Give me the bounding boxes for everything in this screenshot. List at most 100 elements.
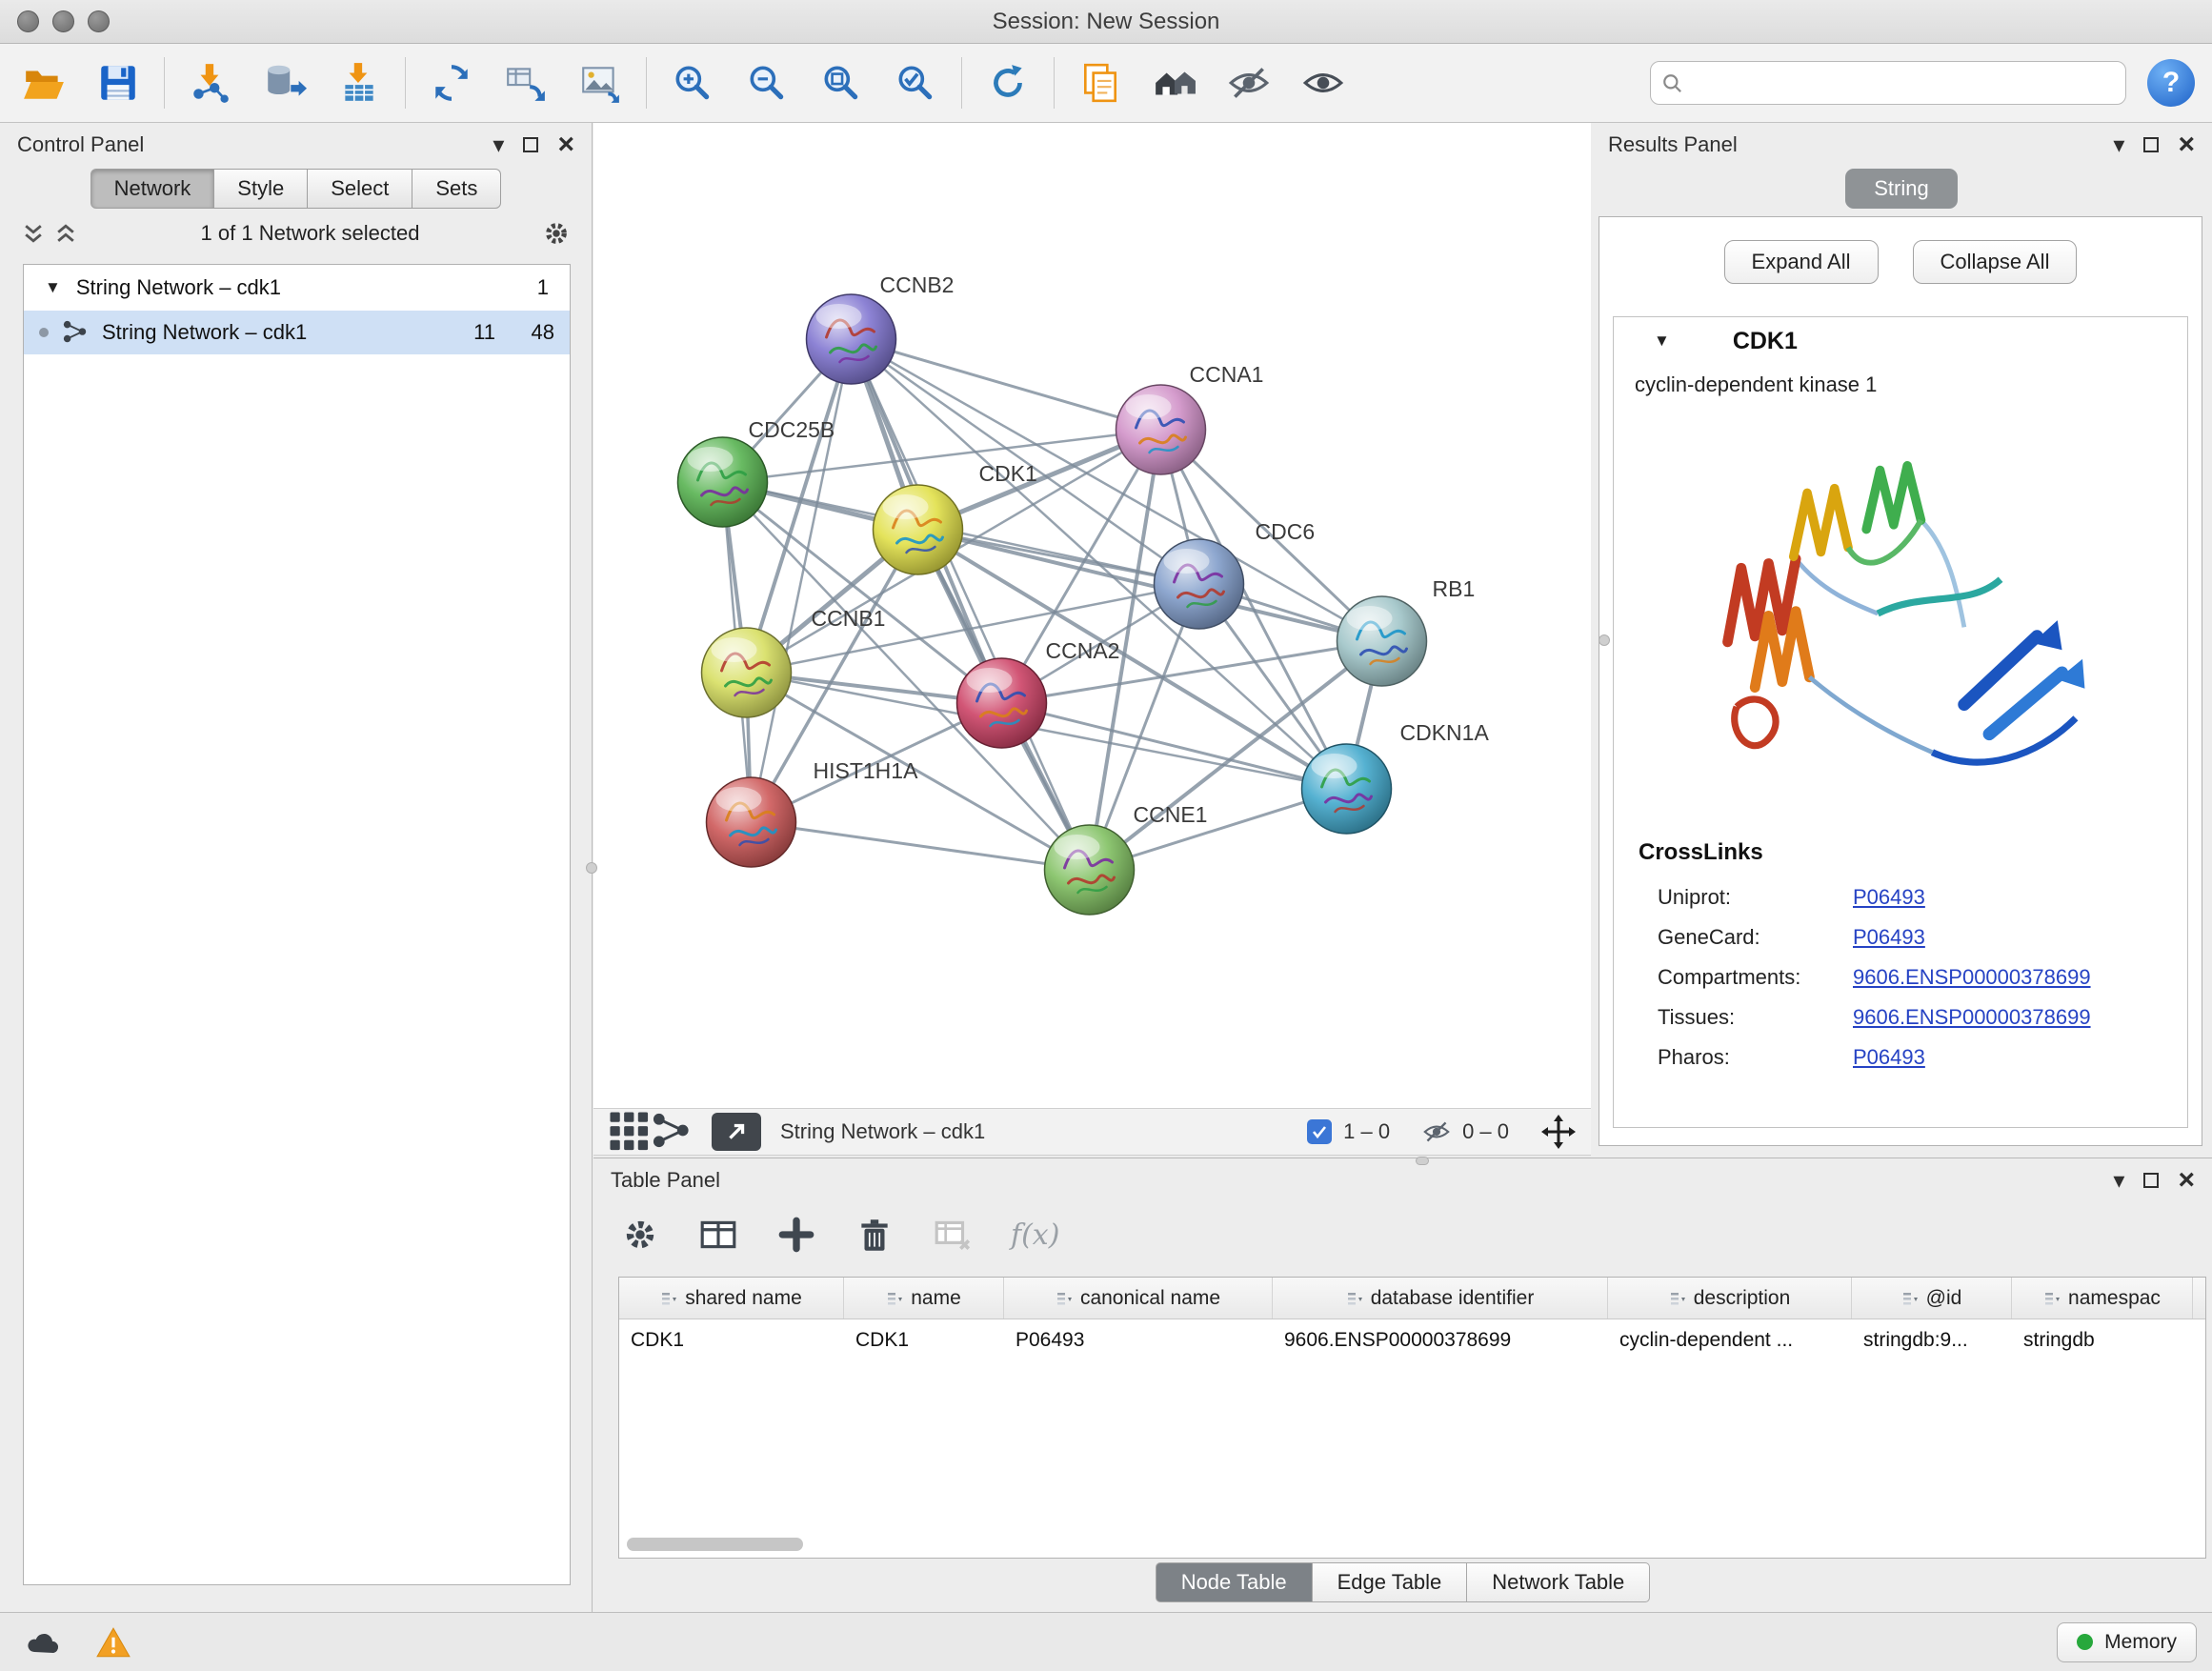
show-panels-button[interactable] [1297,56,1350,110]
column-header[interactable]: database identifier [1273,1278,1608,1319]
network-node-CDC6[interactable] [1155,539,1244,629]
table-row[interactable]: CDK1CDK1P064939606.ENSP00000378699cyclin… [619,1319,2205,1361]
table-float-icon[interactable] [2143,1173,2159,1188]
new-network-button[interactable] [425,56,478,110]
selected-nodes-checkbox[interactable] [1307,1119,1332,1144]
right-splitter-grip[interactable] [1599,634,1610,646]
crosslink-link[interactable]: P06493 [1853,1045,1925,1070]
tab-sets[interactable]: Sets [412,169,501,209]
add-column-icon[interactable] [776,1215,816,1255]
network-node-HIST1H1A[interactable] [707,777,796,867]
column-header[interactable]: namespac [2012,1278,2193,1319]
table-close-icon[interactable]: × [2178,1168,2195,1193]
crosslink-label: Uniprot: [1658,885,1853,910]
network-view-title: String Network – cdk1 [780,1119,985,1144]
open-session-button[interactable] [17,56,70,110]
network-graph[interactable]: CCNB2CCNA1CDC25BCDK1CDC6RB1CCNB1CCNA2CDK… [593,123,1591,1108]
function-builder-button[interactable]: f(x) [1011,1218,1059,1252]
tab-network-table[interactable]: Network Table [1467,1562,1650,1602]
network-node-CDK1[interactable] [874,485,963,574]
cloud-button[interactable] [15,1621,70,1663]
column-header[interactable]: description [1608,1278,1852,1319]
zoom-selected-button[interactable] [889,56,942,110]
gene-expand-icon[interactable]: ▼ [1654,332,1670,351]
network-canvas[interactable]: CCNB2CCNA1CDC25BCDK1CDC6RB1CCNB1CCNA2CDK… [593,123,1591,1108]
network-node-CCNB2[interactable] [807,294,896,384]
tab-edge-table[interactable]: Edge Table [1313,1562,1468,1602]
panel-close-icon[interactable]: × [557,132,574,157]
import-table-button[interactable] [332,56,386,110]
network-node-CDKN1A[interactable] [1302,744,1392,834]
grid-view-button[interactable] [609,1111,651,1153]
network-node-RB1[interactable] [1337,596,1427,686]
column-header[interactable]: shared name [619,1278,844,1319]
crosslink-link[interactable]: P06493 [1853,925,1925,950]
results-close-icon[interactable]: × [2178,132,2195,157]
network-node-CCNA2[interactable] [957,658,1047,748]
network-node-CCNA1[interactable] [1116,385,1206,474]
network-node-CDC25B[interactable] [678,437,768,527]
collection-expand-icon[interactable]: ▼ [45,278,61,297]
network-node-CCNB1[interactable] [702,628,792,717]
tab-node-table[interactable]: Node Table [1156,1562,1313,1602]
gene-section-header[interactable]: ▼ CDK1 [1614,317,2187,365]
import-network-database-button[interactable] [258,56,312,110]
zoom-in-button[interactable] [666,56,719,110]
tab-select[interactable]: Select [308,169,412,209]
collapse-all-icon[interactable] [21,221,46,246]
left-splitter-grip[interactable] [586,862,597,874]
crosslink-link[interactable]: 9606.ENSP00000378699 [1853,1005,2091,1030]
help-button[interactable]: ? [2147,59,2195,107]
zoom-out-button[interactable] [740,56,794,110]
table-panel: Table Panel ▾ × f(x) shared namenamecano… [593,1158,2212,1612]
search-input[interactable] [1650,61,2126,105]
crosslink-link[interactable]: P06493 [1853,885,1925,910]
bottom-splitter-grip[interactable] [1416,1157,1429,1165]
clone-network-button[interactable] [1074,56,1127,110]
zoom-fit-button[interactable] [814,56,868,110]
check-icon [1311,1123,1328,1140]
crosslink-link[interactable]: 9606.ENSP00000378699 [1853,965,2091,990]
panel-float-icon[interactable] [523,137,538,152]
tab-string[interactable]: String [1845,169,1957,209]
external-arrow-icon [725,1120,748,1143]
tab-network[interactable]: Network [90,169,215,209]
results-float-icon[interactable] [2143,137,2159,152]
expand-all-icon[interactable] [53,221,78,246]
import-network-file-button[interactable] [184,56,237,110]
table-settings-gear-icon[interactable] [620,1215,660,1255]
control-panel-title: Control Panel [17,132,144,157]
memory-button[interactable]: Memory [2057,1622,2197,1662]
show-columns-icon[interactable] [698,1215,738,1255]
column-header[interactable]: @id [1852,1278,2012,1319]
save-session-button[interactable] [91,56,145,110]
expand-all-button[interactable]: Expand All [1724,240,1879,284]
refresh-button[interactable] [981,56,1035,110]
table-menu-icon[interactable]: ▾ [2113,1167,2124,1195]
network-row-selected[interactable]: String Network – cdk1 11 48 [24,311,570,354]
home-button[interactable] [1148,56,1201,110]
export-image-button[interactable] [573,56,627,110]
crosshair-icon[interactable] [1541,1115,1576,1149]
results-panel: Results Panel ▾ × String Expand All Coll… [1591,123,2212,1159]
network-from-table-button[interactable] [499,56,553,110]
network-collection-row[interactable]: ▼ String Network – cdk1 1 [24,265,570,311]
hide-panels-button[interactable] [1222,56,1276,110]
birdseye-view-button[interactable] [651,1111,693,1153]
hidden-count: 0 – 0 [1462,1119,1509,1144]
tab-style[interactable]: Style [214,169,308,209]
warnings-button[interactable] [86,1621,141,1663]
delete-column-icon[interactable] [855,1215,895,1255]
column-header[interactable]: name [844,1278,1004,1319]
collapse-all-button[interactable]: Collapse All [1913,240,2078,284]
results-menu-icon[interactable]: ▾ [2113,131,2124,159]
panel-menu-icon[interactable]: ▾ [493,131,504,159]
column-header-label: database identifier [1371,1287,1535,1310]
detach-view-button[interactable] [712,1113,761,1151]
column-header[interactable]: canonical name [1004,1278,1273,1319]
gear-icon[interactable] [542,219,571,248]
network-node-CCNE1[interactable] [1045,825,1135,915]
column-header-label: namespac [2068,1287,2161,1310]
zoom-out-icon [745,61,789,105]
horizontal-scrollbar[interactable] [627,1538,803,1551]
